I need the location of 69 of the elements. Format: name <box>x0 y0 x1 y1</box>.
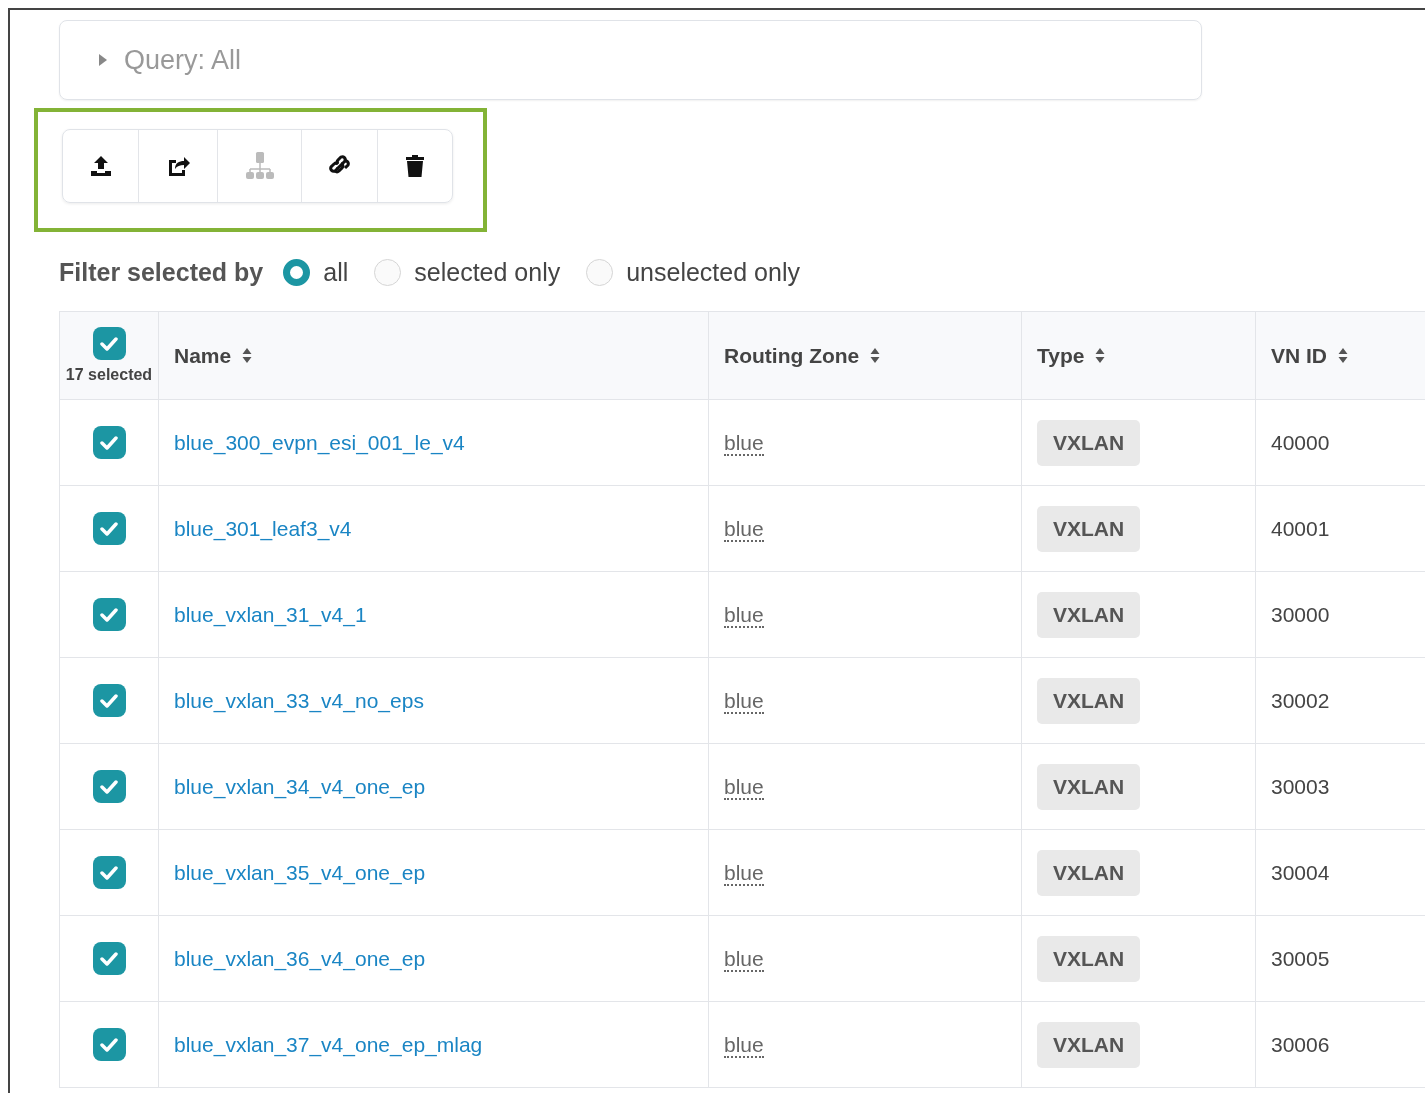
network-link[interactable]: blue_301_leaf3_v4 <box>174 516 352 540</box>
network-link[interactable]: blue_vxlan_31_v4_1 <box>174 602 367 626</box>
check-icon <box>100 435 118 450</box>
checkbox[interactable] <box>92 327 126 360</box>
checkbox[interactable] <box>92 1028 126 1061</box>
check-icon <box>100 779 118 794</box>
upload-icon <box>88 154 113 178</box>
network-link[interactable]: blue_vxlan_34_v4_one_ep <box>174 774 426 798</box>
type-tag: VXLAN <box>1037 763 1141 810</box>
trash-icon <box>405 154 425 178</box>
sort-icon[interactable] <box>1095 347 1106 364</box>
routing-zone-text: blue <box>724 688 764 714</box>
routing-zone-text: blue <box>724 946 764 972</box>
network-link[interactable]: blue_300_evpn_esi_001_le_v4 <box>174 430 465 454</box>
column-header[interactable]: Routing Zone <box>724 343 860 368</box>
column-header[interactable]: Name <box>174 343 232 368</box>
type-tag: VXLAN <box>1037 849 1141 896</box>
vn-id-text: 30000 <box>1271 602 1330 626</box>
network-link[interactable]: blue_vxlan_36_v4_one_ep <box>174 946 426 970</box>
vn-id-text: 40000 <box>1271 430 1330 454</box>
checkbox[interactable] <box>92 770 126 803</box>
hierarchy-icon <box>244 151 275 181</box>
check-icon <box>100 607 118 622</box>
routing-zone-text: blue <box>724 516 764 542</box>
routing-zone-text: blue <box>724 860 764 886</box>
query-toggle[interactable]: Query: All <box>60 21 242 99</box>
type-tag: VXLAN <box>1037 419 1141 466</box>
routing-zone-text: blue <box>724 430 764 456</box>
radio-label[interactable]: selected only <box>414 258 561 287</box>
checkbox[interactable] <box>92 684 126 717</box>
check-icon <box>100 336 118 351</box>
vn-id-text: 30003 <box>1271 774 1330 798</box>
routing-zone-text: blue <box>724 1032 764 1058</box>
radio-label[interactable]: all <box>323 258 349 287</box>
type-tag: VXLAN <box>1037 1021 1141 1068</box>
type-tag: VXLAN <box>1037 591 1141 638</box>
column-header[interactable]: VN ID <box>1271 343 1327 368</box>
sort-icon[interactable] <box>242 347 253 364</box>
check-icon <box>100 521 118 536</box>
checkbox[interactable] <box>92 512 126 545</box>
checkbox[interactable] <box>92 598 126 631</box>
routing-zone-text: blue <box>724 774 764 800</box>
filter-label: Filter selected by <box>59 258 264 287</box>
check-icon <box>100 693 118 708</box>
caret-icon <box>98 53 108 67</box>
check-icon <box>100 865 118 880</box>
vn-id-text: 30004 <box>1271 860 1330 884</box>
column-header[interactable]: Type <box>1037 343 1085 368</box>
vn-id-text: 40001 <box>1271 516 1330 540</box>
vn-id-text: 30006 <box>1271 1032 1330 1056</box>
checkbox[interactable] <box>92 426 126 459</box>
type-tag: VXLAN <box>1037 935 1141 982</box>
network-link[interactable]: blue_vxlan_35_v4_one_ep <box>174 860 426 884</box>
vn-id-text: 30002 <box>1271 688 1330 712</box>
sort-icon[interactable] <box>1338 347 1348 364</box>
network-link[interactable]: blue_vxlan_33_v4_no_eps <box>174 688 424 712</box>
check-icon <box>100 951 118 966</box>
checkbox[interactable] <box>92 856 126 889</box>
radio-label[interactable]: unselected only <box>626 258 800 287</box>
type-tag: VXLAN <box>1037 505 1141 552</box>
checkbox[interactable] <box>92 942 126 975</box>
vn-id-text: 30005 <box>1271 946 1330 970</box>
routing-zone-text: blue <box>724 602 764 628</box>
network-link[interactable]: blue_vxlan_37_v4_one_ep_mlag <box>174 1032 483 1056</box>
type-tag: VXLAN <box>1037 677 1141 724</box>
selection-count: 17 selected <box>64 366 154 384</box>
radio-button[interactable] <box>283 259 311 286</box>
sort-icon[interactable] <box>870 347 881 364</box>
check-icon <box>100 1037 118 1052</box>
